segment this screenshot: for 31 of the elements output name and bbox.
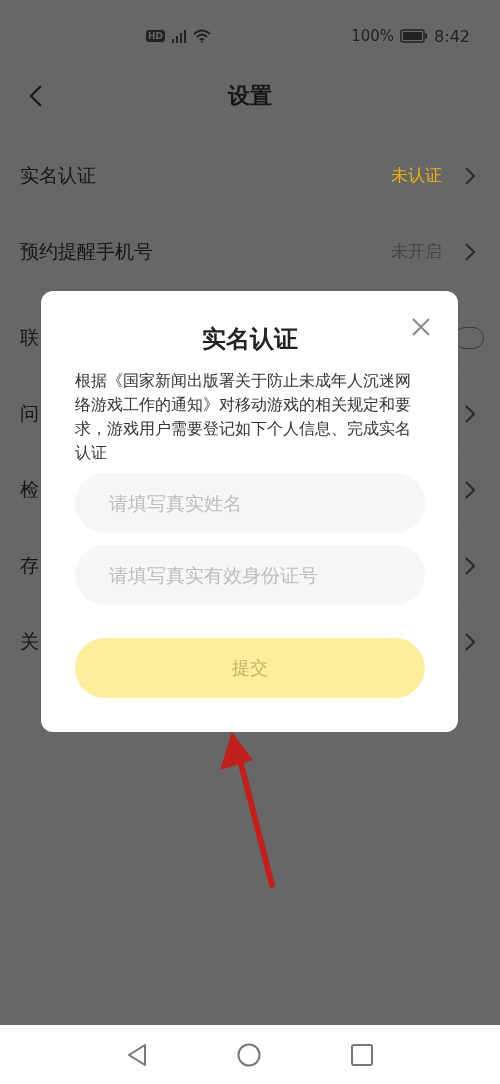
row-label: 存	[20, 552, 39, 578]
chevron-right-icon	[464, 241, 476, 262]
row-value: 未认证	[391, 164, 442, 187]
row-label: 联	[20, 324, 39, 350]
recent-apps-icon[interactable]	[351, 1043, 373, 1066]
row-label: 实名认证	[20, 162, 96, 188]
clock-time: 8:42	[434, 26, 470, 46]
chevron-right-icon	[464, 555, 476, 576]
dialog-description: 根据《国家新闻出版署关于防止未成年人沉迷网络游戏工作的通知》对移动游戏的相关规定和要求，游戏用户需要登记如下个人信息、完成实名认证	[74, 370, 412, 464]
settings-row[interactable]: 实名认证 未认证	[0, 138, 500, 214]
chevron-right-icon	[464, 165, 476, 186]
chevron-right-icon	[464, 403, 476, 424]
row-label: 关	[20, 628, 39, 654]
back-icon[interactable]	[28, 84, 44, 108]
wifi-icon	[193, 29, 211, 43]
input-field[interactable]: 请填写真实姓名	[74, 473, 425, 533]
hd-badge: HD	[146, 30, 165, 42]
signal-icon	[171, 29, 187, 43]
row-label: 检	[20, 476, 39, 502]
row-label: 预约提醒手机号	[20, 238, 153, 264]
row-label: 问	[20, 400, 39, 426]
dialog-title: 实名认证	[201, 324, 298, 355]
chevron-right-icon	[464, 479, 476, 500]
close-icon[interactable]	[412, 318, 430, 336]
back-icon[interactable]	[127, 1042, 147, 1067]
battery-percent: 100%	[351, 27, 395, 45]
home-icon[interactable]	[237, 1042, 261, 1067]
page-title: 设置	[228, 82, 272, 110]
chevron-right-icon	[464, 631, 476, 652]
input-field[interactable]: 请填写真实有效身份证号	[74, 545, 425, 605]
battery-icon	[400, 29, 429, 43]
